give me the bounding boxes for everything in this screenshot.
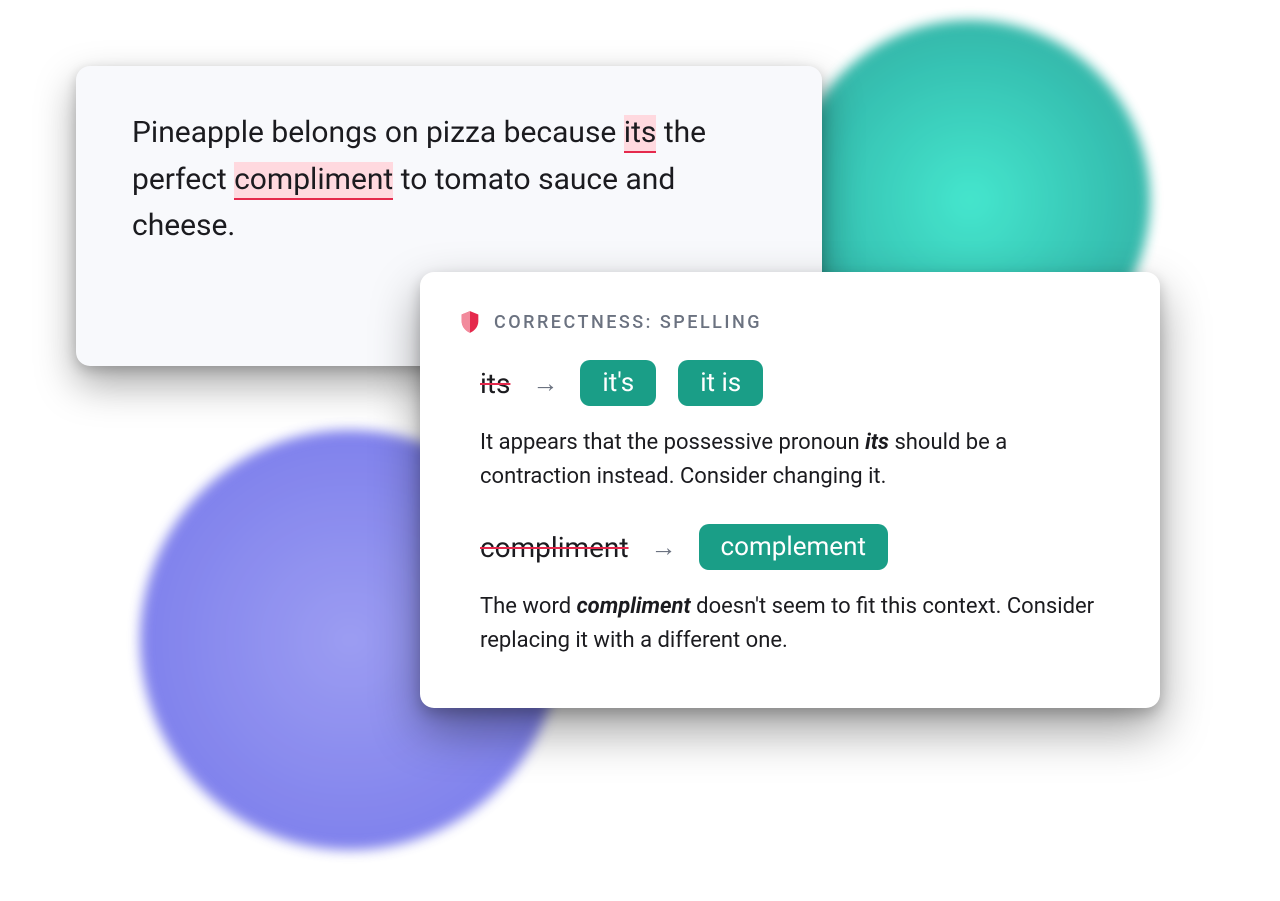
original-word: compliment (480, 531, 629, 564)
fix-explanation-its: It appears that the possessive pronoun i… (480, 426, 1100, 494)
shield-icon (460, 310, 480, 334)
suggestion-card: CORRECTNESS: SPELLING its → it's it is I… (420, 272, 1160, 708)
original-word: its (480, 367, 510, 400)
fix-explanation-compliment: The word compliment doesn't seem to fit … (480, 590, 1100, 658)
suggestion-chip-its-apostrophe[interactable]: it's (580, 360, 656, 406)
fix-row-its: its → it's it is (480, 360, 1112, 406)
suggestion-chip-it-is[interactable]: it is (678, 360, 763, 406)
editor-text[interactable]: Pineapple belongs on pizza because its t… (132, 110, 772, 250)
arrow-right-icon: → (651, 532, 677, 563)
suggestion-category: CORRECTNESS: SPELLING (460, 310, 1112, 334)
fix-row-compliment: compliment → complement (480, 524, 1112, 570)
suggestion-category-label: CORRECTNESS: SPELLING (494, 312, 762, 333)
suggestion-chip-complement[interactable]: complement (699, 524, 888, 570)
error-highlight-compliment[interactable]: compliment (234, 162, 393, 200)
error-highlight-its[interactable]: its (624, 115, 657, 153)
arrow-right-icon: → (532, 368, 558, 399)
text-segment: Pineapple belongs on pizza because (132, 115, 624, 150)
